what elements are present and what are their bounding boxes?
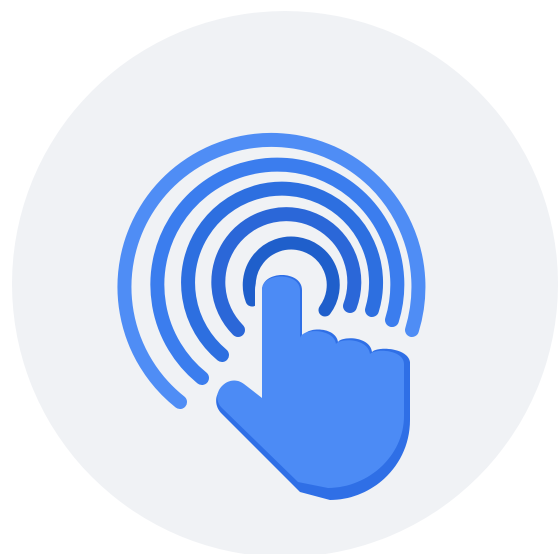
touch-tap-icon: [12, 11, 558, 554]
tap-illustration: [0, 0, 560, 554]
